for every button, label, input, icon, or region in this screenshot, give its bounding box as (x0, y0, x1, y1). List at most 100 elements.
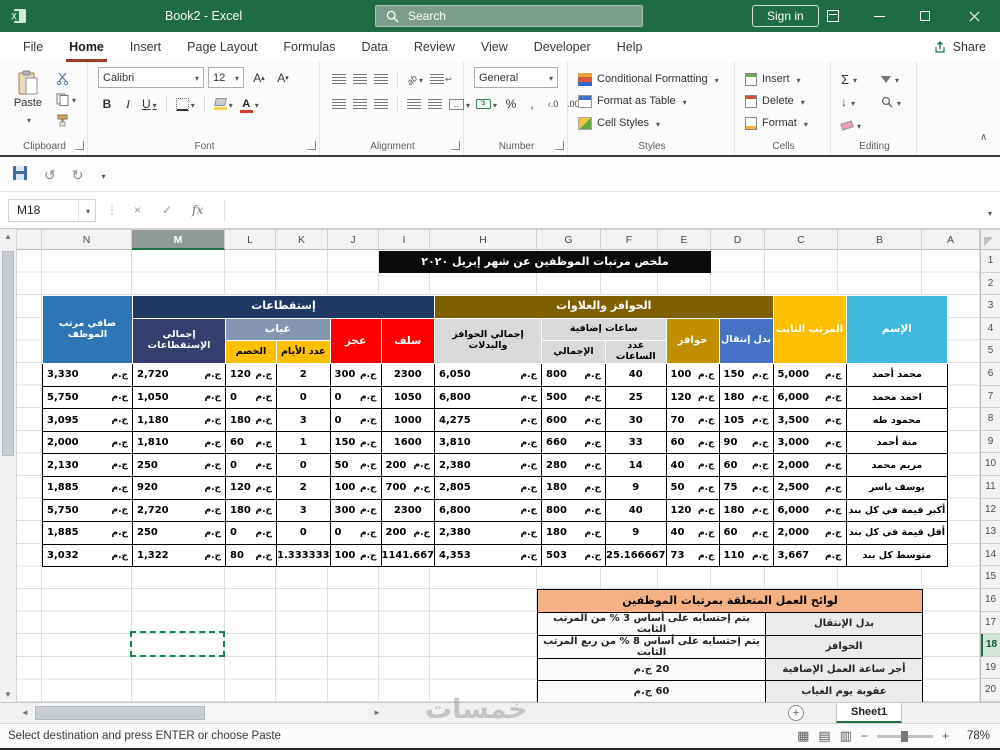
accounting-format-button[interactable] (474, 94, 499, 114)
collapse-ribbon-button[interactable]: ∧ (980, 132, 987, 143)
cell-L12[interactable]: 180ج.م (226, 499, 277, 522)
paste-dropdown[interactable] (25, 110, 31, 128)
cell-B10[interactable]: مريم محمد (846, 454, 948, 477)
cell-N14[interactable]: 3,032ج.م (43, 544, 133, 567)
font-dialog-launcher[interactable] (307, 141, 316, 150)
header-transport[interactable]: بدل إنتقال (719, 318, 773, 363)
bold-button[interactable]: B (98, 94, 116, 114)
zoom-in-button[interactable]: + (942, 729, 949, 743)
cell-L8[interactable]: 180ج.م (226, 409, 277, 432)
zoom-slider[interactable] (877, 735, 933, 738)
fill-color-button[interactable] (212, 94, 235, 114)
decrease-indent-button[interactable] (405, 94, 423, 114)
tab-data[interactable]: Data (348, 32, 400, 62)
cell-N8[interactable]: 3,095ج.م (43, 409, 133, 432)
cell-M9[interactable]: 1,810ج.م (133, 431, 226, 454)
clipboard-dialog-launcher[interactable] (75, 141, 84, 150)
cell-E6[interactable]: 100ج.م (666, 364, 719, 387)
zoom-out-button[interactable]: − (861, 729, 868, 743)
cell-E7[interactable]: 120ج.م (666, 386, 719, 409)
cell-J10[interactable]: 50ج.م (330, 454, 381, 477)
cell-F10[interactable]: 14 (606, 454, 666, 477)
cell-C9[interactable]: 3,000ج.م (773, 431, 846, 454)
rules-value-17[interactable]: يتم إحتسابه على أساس 3 % من المرتب الثاب… (538, 612, 766, 635)
cell-G10[interactable]: 280ج.م (542, 454, 606, 477)
cell-C12[interactable]: 6,000ج.م (773, 499, 846, 522)
formula-input[interactable] (224, 199, 970, 222)
row-header-4[interactable]: 4 (981, 318, 1000, 341)
sheet-grid[interactable]: ملخص مرتبات الموظفين عن شهر إبريل ٢٠٢٠ ا… (17, 250, 980, 702)
cell-F14[interactable]: 25.166667 (606, 544, 666, 567)
page-layout-view-button[interactable]: ▤ (818, 728, 830, 744)
header-name[interactable]: الإسم (846, 296, 948, 364)
vertical-scrollbar[interactable]: ▲ ▼ (0, 229, 17, 702)
cell-M10[interactable]: 250ج.م (133, 454, 226, 477)
cell-G14[interactable]: 503ج.م (542, 544, 606, 567)
rules-value-18[interactable]: يتم إحتسابه على أساس 8 % من ربع المرتب ا… (538, 635, 766, 658)
row-header-20[interactable]: 20 (981, 679, 1000, 702)
cell-H7[interactable]: 6,800ج.م (435, 386, 542, 409)
rules-label-20[interactable]: عقوبة يوم الغياب (766, 681, 923, 704)
close-button[interactable] (948, 0, 1000, 32)
search-box[interactable]: Search (375, 5, 643, 27)
tab-insert[interactable]: Insert (117, 32, 174, 62)
paste-button[interactable]: Paste (6, 67, 50, 129)
cell-G9[interactable]: 660ج.م (542, 431, 606, 454)
cell-N13[interactable]: 1,885ج.م (43, 522, 133, 545)
increase-indent-button[interactable] (426, 94, 444, 114)
rules-title[interactable]: لوائح العمل المتعلقة بمرتبات الموظفين (538, 590, 923, 613)
cell-G12[interactable]: 800ج.م (542, 499, 606, 522)
header-overtime-hours[interactable]: عدد الساعات (606, 341, 666, 364)
insert-cells-button[interactable]: Insert (745, 69, 825, 89)
cell-F7[interactable]: 25 (606, 386, 666, 409)
row-header-16[interactable]: 16 (981, 589, 1000, 612)
cell-H9[interactable]: 3,810ج.م (435, 431, 542, 454)
row-header-10[interactable]: 10 (981, 453, 1000, 476)
row-header-11[interactable]: 11 (981, 476, 1000, 499)
format-painter-button[interactable] (56, 112, 76, 128)
cell-B14[interactable]: متوسط كل بند (846, 544, 948, 567)
cell-B7[interactable]: احمد محمد (846, 386, 948, 409)
cell-H6[interactable]: 6,050ج.م (435, 364, 542, 387)
cell-D9[interactable]: 90ج.م (719, 431, 773, 454)
cell-C10[interactable]: 2,000ج.م (773, 454, 846, 477)
sort-filter-button[interactable] (881, 69, 899, 89)
row-header-3[interactable]: 3 (981, 295, 1000, 318)
cell-C11[interactable]: 2,500ج.م (773, 477, 846, 500)
row-header-15[interactable]: 15 (981, 566, 1000, 589)
row-header-8[interactable]: 8 (981, 408, 1000, 431)
cell-B13[interactable]: أقل قيمة في كل بند (846, 522, 948, 545)
cell-I11[interactable]: 700ج.م (381, 477, 435, 500)
align-bottom-button[interactable] (372, 69, 390, 89)
cell-K14[interactable]: 1.333333 (277, 544, 331, 567)
cell-I14[interactable]: 1141.667 (381, 544, 435, 567)
cell-E9[interactable]: 60ج.م (666, 431, 719, 454)
align-right-button[interactable] (372, 94, 390, 114)
tab-home[interactable]: Home (56, 32, 117, 62)
insert-function-button[interactable]: fx (192, 203, 203, 217)
cell-M13[interactable]: 250ج.م (133, 522, 226, 545)
header-overtime-total[interactable]: الإجمالي (542, 341, 606, 364)
cell-M6[interactable]: 2,720ج.م (133, 364, 226, 387)
name-box[interactable]: M18 (8, 199, 96, 222)
cell-H8[interactable]: 4,275ج.م (435, 409, 542, 432)
tab-page-layout[interactable]: Page Layout (174, 32, 270, 62)
header-total-deductions[interactable]: إجمالي الإستقطاعات (133, 318, 226, 363)
align-middle-button[interactable] (351, 69, 369, 89)
column-header-E[interactable]: E (658, 230, 711, 250)
cell-D11[interactable]: 75ج.م (719, 477, 773, 500)
cell-K8[interactable]: 3 (277, 409, 331, 432)
cell-K7[interactable]: 0 (277, 386, 331, 409)
cell-M7[interactable]: 1,050ج.م (133, 386, 226, 409)
increase-font-size-button[interactable]: A▴ (250, 68, 268, 88)
column-header-A[interactable]: A (922, 230, 980, 250)
font-name-select[interactable]: Calibri (98, 67, 204, 88)
cell-J13[interactable]: 0ج.م (330, 522, 381, 545)
align-top-button[interactable] (330, 69, 348, 89)
cell-D6[interactable]: 150ج.م (719, 364, 773, 387)
expand-formula-bar-button[interactable] (986, 203, 992, 221)
underline-button[interactable]: U (140, 94, 159, 114)
rules-value-20[interactable]: 60 ج.م (538, 681, 766, 704)
align-center-button[interactable] (351, 94, 369, 114)
cell-B12[interactable]: أكبر قيمة في كل بند (846, 499, 948, 522)
